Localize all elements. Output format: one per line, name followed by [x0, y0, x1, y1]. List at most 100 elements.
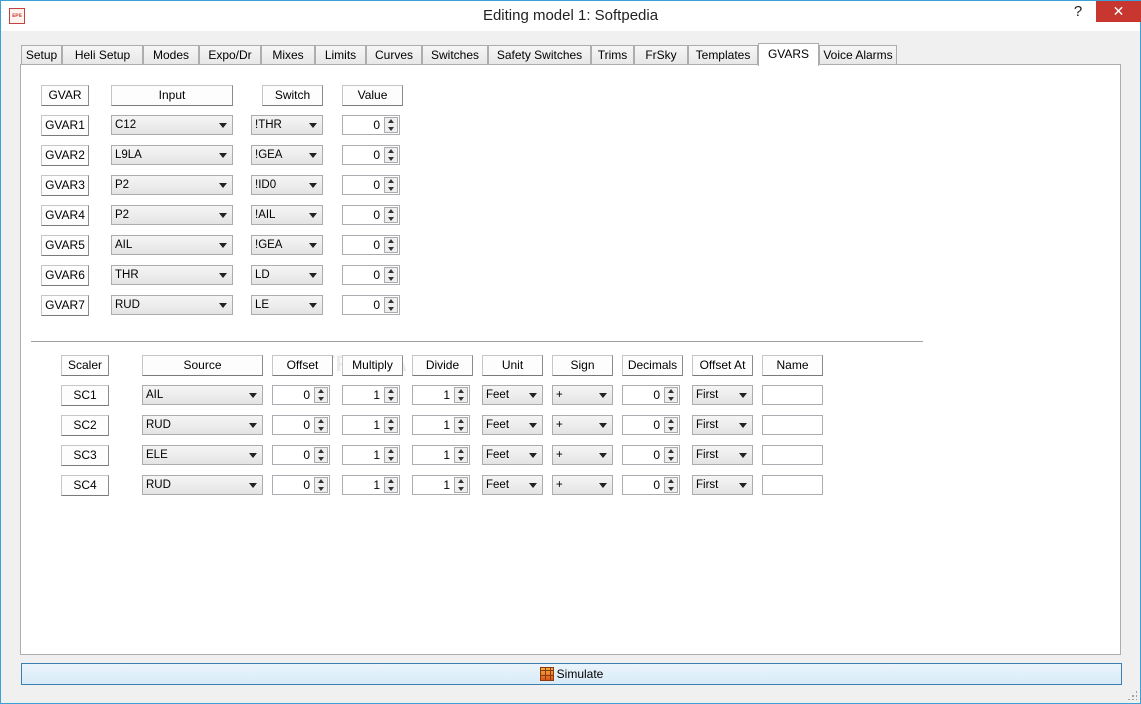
multiply-column-header[interactable]: Multiply: [342, 355, 403, 376]
gvar-switch-select[interactable]: !GEA: [251, 145, 323, 165]
name-column-header[interactable]: Name: [762, 355, 823, 376]
spin-down-icon[interactable]: [458, 427, 464, 431]
spinner-buttons[interactable]: [664, 387, 678, 403]
gvar-value-spinbox[interactable]: 0: [342, 205, 400, 225]
divide-column-header[interactable]: Divide: [412, 355, 473, 376]
spin-up-icon[interactable]: [388, 239, 394, 243]
spin-up-icon[interactable]: [388, 299, 394, 303]
tab-heli-setup[interactable]: Heli Setup: [62, 45, 143, 65]
scaler-unit-select[interactable]: Feet: [482, 415, 543, 435]
spin-down-icon[interactable]: [318, 457, 324, 461]
gvar-row-label[interactable]: GVAR2: [41, 145, 89, 166]
gvar-value-spinbox[interactable]: 0: [342, 175, 400, 195]
spin-up-icon[interactable]: [458, 479, 464, 483]
gvar-switch-select[interactable]: !AIL: [251, 205, 323, 225]
input-column-header[interactable]: Input: [111, 85, 233, 106]
spinner-buttons[interactable]: [384, 417, 398, 433]
spin-down-icon[interactable]: [458, 397, 464, 401]
spinner-buttons[interactable]: [454, 417, 468, 433]
gvar-value-spinbox[interactable]: 0: [342, 115, 400, 135]
spin-up-icon[interactable]: [668, 389, 674, 393]
scaler-row-label[interactable]: SC3: [61, 445, 109, 466]
gvar-row-label[interactable]: GVAR5: [41, 235, 89, 256]
spin-down-icon[interactable]: [318, 427, 324, 431]
spin-up-icon[interactable]: [388, 209, 394, 213]
scaler-decimals-spinbox[interactable]: 0: [622, 415, 680, 435]
offset-column-header[interactable]: Offset: [272, 355, 333, 376]
spinner-buttons[interactable]: [384, 147, 398, 163]
scaler-decimals-spinbox[interactable]: 0: [622, 475, 680, 495]
spin-up-icon[interactable]: [388, 479, 394, 483]
scaler-row-label[interactable]: SC4: [61, 475, 109, 496]
simulate-button[interactable]: Simulate: [21, 663, 1122, 685]
spinner-buttons[interactable]: [314, 387, 328, 403]
gvar-row-label[interactable]: GVAR7: [41, 295, 89, 316]
spinner-buttons[interactable]: [454, 477, 468, 493]
scaler-divide-spinbox[interactable]: 1: [412, 445, 470, 465]
spin-down-icon[interactable]: [388, 157, 394, 161]
spin-down-icon[interactable]: [668, 457, 674, 461]
gvar-switch-select[interactable]: LE: [251, 295, 323, 315]
decimals-column-header[interactable]: Decimals: [622, 355, 683, 376]
scaler-unit-select[interactable]: Feet: [482, 475, 543, 495]
spin-up-icon[interactable]: [388, 449, 394, 453]
tab-switches[interactable]: Switches: [422, 45, 488, 65]
spin-up-icon[interactable]: [458, 449, 464, 453]
scaler-name-input[interactable]: [762, 415, 823, 435]
spinner-buttons[interactable]: [664, 477, 678, 493]
tab-mixes[interactable]: Mixes: [261, 45, 315, 65]
spin-down-icon[interactable]: [388, 127, 394, 131]
sign-column-header[interactable]: Sign: [552, 355, 613, 376]
spinner-buttons[interactable]: [314, 447, 328, 463]
spinner-buttons[interactable]: [384, 117, 398, 133]
scaler-decimals-spinbox[interactable]: 0: [622, 385, 680, 405]
gvar-row-label[interactable]: GVAR1: [41, 115, 89, 136]
gvar-switch-select[interactable]: !ID0: [251, 175, 323, 195]
tab-setup[interactable]: Setup: [21, 45, 62, 65]
gvar-input-select[interactable]: RUD: [111, 295, 233, 315]
scaler-multiply-spinbox[interactable]: 1: [342, 415, 400, 435]
scaler-divide-spinbox[interactable]: 1: [412, 415, 470, 435]
spinner-buttons[interactable]: [384, 267, 398, 283]
spinner-buttons[interactable]: [384, 207, 398, 223]
scaler-unit-select[interactable]: Feet: [482, 385, 543, 405]
spinner-buttons[interactable]: [454, 387, 468, 403]
spin-down-icon[interactable]: [318, 397, 324, 401]
scaler-offset-spinbox[interactable]: 0: [272, 385, 330, 405]
unit-column-header[interactable]: Unit: [482, 355, 543, 376]
scaler-source-select[interactable]: AIL: [142, 385, 263, 405]
spin-up-icon[interactable]: [388, 269, 394, 273]
tab-templates[interactable]: Templates: [688, 45, 758, 65]
gvar-switch-select[interactable]: !THR: [251, 115, 323, 135]
scaler-name-input[interactable]: [762, 385, 823, 405]
spin-down-icon[interactable]: [388, 487, 394, 491]
close-button[interactable]: ✕: [1096, 1, 1141, 22]
spin-up-icon[interactable]: [388, 119, 394, 123]
gvar-row-label[interactable]: GVAR6: [41, 265, 89, 286]
spin-down-icon[interactable]: [668, 487, 674, 491]
gvar-switch-select[interactable]: LD: [251, 265, 323, 285]
spin-down-icon[interactable]: [388, 277, 394, 281]
scaler-offset-at-select[interactable]: First: [692, 415, 753, 435]
source-column-header[interactable]: Source: [142, 355, 263, 376]
gvar-value-spinbox[interactable]: 0: [342, 295, 400, 315]
value-column-header[interactable]: Value: [342, 85, 403, 106]
spinner-buttons[interactable]: [664, 417, 678, 433]
gvar-input-select[interactable]: P2: [111, 205, 233, 225]
scaler-offset-spinbox[interactable]: 0: [272, 415, 330, 435]
spin-up-icon[interactable]: [318, 389, 324, 393]
offset-at-column-header[interactable]: Offset At: [692, 355, 753, 376]
gvar-row-label[interactable]: GVAR3: [41, 175, 89, 196]
spin-up-icon[interactable]: [458, 389, 464, 393]
spinner-buttons[interactable]: [664, 447, 678, 463]
scaler-row-label[interactable]: SC2: [61, 415, 109, 436]
scaler-offset-at-select[interactable]: First: [692, 445, 753, 465]
scaler-offset-spinbox[interactable]: 0: [272, 475, 330, 495]
scaler-source-select[interactable]: ELE: [142, 445, 263, 465]
spin-up-icon[interactable]: [668, 449, 674, 453]
spinner-buttons[interactable]: [384, 477, 398, 493]
switch-column-header[interactable]: Switch: [262, 85, 323, 106]
gvar-input-select[interactable]: AIL: [111, 235, 233, 255]
scaler-sign-select[interactable]: +: [552, 445, 613, 465]
spin-up-icon[interactable]: [318, 479, 324, 483]
